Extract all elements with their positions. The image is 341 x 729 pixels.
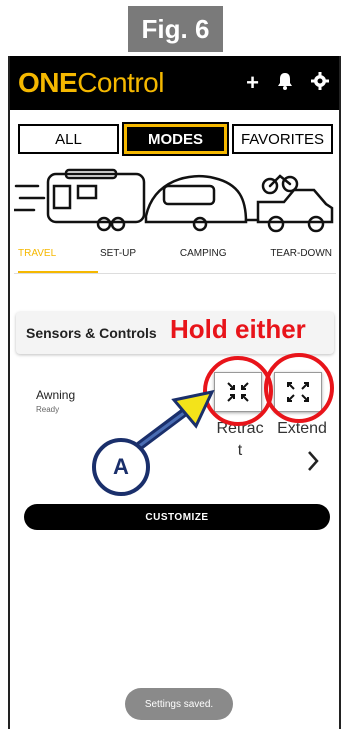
extend-icon: [287, 382, 309, 402]
active-tab-indicator: [18, 271, 98, 273]
callout-a-badge: A: [92, 438, 150, 496]
tab-set-up[interactable]: SET-UP: [96, 248, 140, 272]
tab-all[interactable]: ALL: [18, 124, 119, 154]
figure-label: Fig. 6: [128, 6, 223, 52]
mode-tab-bar: TRAVEL SET-UP CAMPING TEAR-DOWN: [14, 248, 336, 272]
customize-button[interactable]: CUSTOMIZE: [24, 504, 330, 530]
awning-status: Ready: [36, 405, 60, 414]
tab-favorites[interactable]: FAVORITES: [232, 124, 333, 154]
toast-message: Settings saved.: [125, 688, 233, 720]
tab-tear-down[interactable]: TEAR-DOWN: [266, 248, 336, 272]
brand-bold: ONE: [18, 67, 78, 98]
retract-label-line1: Retrac: [216, 420, 264, 437]
tab-divider: [14, 273, 336, 274]
app-header: ONEControl +: [10, 56, 339, 110]
retract-button[interactable]: [214, 372, 262, 412]
gear-icon[interactable]: [311, 72, 329, 94]
section-title: Sensors & Controls: [26, 325, 157, 341]
extend-label: Extend: [277, 420, 327, 437]
retract-icon: [227, 382, 249, 402]
retract-label: Retrac t: [210, 418, 270, 462]
tab-camping[interactable]: CAMPING: [176, 248, 231, 272]
rv-travel-illustration: [14, 168, 334, 233]
app-logo: ONEControl: [18, 67, 164, 99]
awning-name: Awning: [36, 388, 76, 402]
plus-icon[interactable]: +: [246, 72, 259, 94]
chevron-right-icon[interactable]: [306, 448, 320, 479]
tab-modes[interactable]: MODES: [122, 122, 229, 156]
bell-icon[interactable]: [277, 72, 293, 94]
hold-either-annotation: Hold either: [170, 314, 306, 344]
extend-button[interactable]: [274, 372, 322, 412]
tab-travel[interactable]: TRAVEL: [14, 248, 60, 272]
retract-label-line2: t: [237, 442, 243, 459]
brand-light: Control: [77, 67, 164, 98]
top-tab-bar: ALL MODES FAVORITES: [18, 122, 333, 156]
